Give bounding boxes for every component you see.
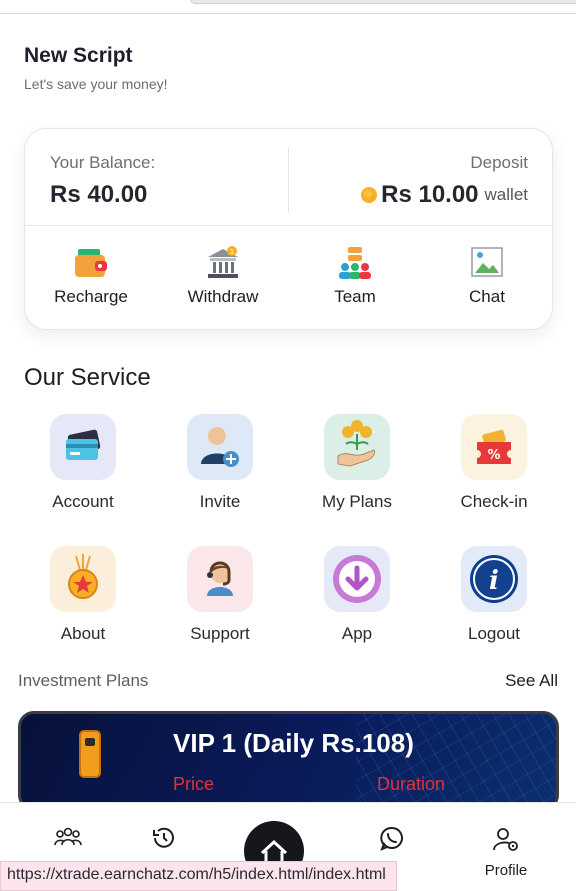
group-icon xyxy=(54,827,82,846)
section-title: Our Service xyxy=(24,364,151,391)
check-in-button[interactable]: % Check-in xyxy=(429,414,559,512)
service-label: About xyxy=(60,624,106,643)
broken-image-icon xyxy=(469,245,505,281)
nav-whatsapp[interactable] xyxy=(362,825,422,856)
svg-text:i: i xyxy=(489,566,499,596)
page-title: New Script xyxy=(24,44,133,67)
download-icon xyxy=(324,546,390,612)
whatsapp-icon xyxy=(380,826,403,851)
nav-profile-label: Profile xyxy=(484,862,528,879)
svg-text:%: % xyxy=(487,448,500,463)
status-bar-url: https://xtrade.earnchatz.com/h5/index.ht… xyxy=(0,861,397,891)
deposit-label: Deposit xyxy=(470,153,528,172)
service-label: Invite xyxy=(199,492,241,511)
action-label: Chat xyxy=(469,287,505,306)
action-label: Team xyxy=(334,287,376,306)
support-button[interactable]: Support xyxy=(155,546,285,644)
logout-button[interactable]: i Logout xyxy=(429,546,559,644)
service-label: Check-in xyxy=(460,492,528,511)
recharge-button[interactable]: Recharge xyxy=(31,245,151,307)
plan-price-label: Price xyxy=(173,774,215,794)
service-label: My Plans xyxy=(322,492,392,511)
my-plans-button[interactable]: My Plans xyxy=(292,414,422,512)
chat-button[interactable]: Chat xyxy=(427,245,547,307)
svg-text:1: 1 xyxy=(230,248,234,256)
service-label: Logout xyxy=(468,624,520,643)
vip-plan-card[interactable]: VIP 1 (Daily Rs.108) Price Duration xyxy=(18,711,559,811)
deposit-value: Rs 10.00 xyxy=(381,181,479,208)
bank-icon: 1 xyxy=(205,245,241,281)
see-all-link[interactable]: See All xyxy=(505,671,558,691)
address-pill xyxy=(190,0,576,4)
service-label: Account xyxy=(52,492,114,511)
service-label: App xyxy=(341,624,373,643)
info-icon: i xyxy=(461,546,527,612)
investment-plans-title: Investment Plans xyxy=(18,671,149,690)
history-icon xyxy=(153,827,174,848)
add-user-icon xyxy=(187,414,253,480)
withdraw-button[interactable]: 1 Withdraw xyxy=(163,245,283,307)
ticket-percent-icon: % xyxy=(461,414,527,480)
app-button[interactable]: App xyxy=(292,546,422,644)
nav-team[interactable] xyxy=(38,825,98,854)
coin-icon xyxy=(361,187,378,203)
action-label: Withdraw xyxy=(187,287,259,306)
divider xyxy=(25,225,552,226)
team-icon xyxy=(337,245,373,281)
nav-profile[interactable]: Profile xyxy=(476,825,536,879)
headset-agent-icon xyxy=(187,546,253,612)
deposit-suffix: wallet xyxy=(484,185,528,204)
medal-icon xyxy=(50,546,116,612)
balance-card: Your Balance: Rs 40.00 Deposit Rs 10.00 … xyxy=(24,128,553,330)
balance-value: Rs 40.00 xyxy=(50,181,148,208)
team-button[interactable]: Team xyxy=(295,245,415,307)
divider xyxy=(288,147,289,213)
money-plant-icon xyxy=(324,414,390,480)
profile-settings-icon xyxy=(493,828,518,851)
about-button[interactable]: About xyxy=(18,546,148,644)
action-label: Recharge xyxy=(54,287,128,306)
plan-duration-label: Duration xyxy=(377,774,446,794)
account-button[interactable]: Account xyxy=(18,414,148,512)
browser-top-bar xyxy=(0,0,576,14)
wallet-icon xyxy=(73,245,109,281)
invite-button[interactable]: Invite xyxy=(155,414,285,512)
card-icon xyxy=(50,414,116,480)
balance-label: Your Balance: xyxy=(50,153,156,172)
service-label: Support xyxy=(190,624,250,643)
fuel-pump-icon xyxy=(79,730,101,778)
deposit-row: Rs 10.00 wallet xyxy=(361,181,528,209)
nav-history[interactable] xyxy=(134,825,194,856)
plan-title: VIP 1 (Daily Rs.108) xyxy=(173,728,414,758)
page-subtitle: Let's save your money! xyxy=(24,76,168,92)
